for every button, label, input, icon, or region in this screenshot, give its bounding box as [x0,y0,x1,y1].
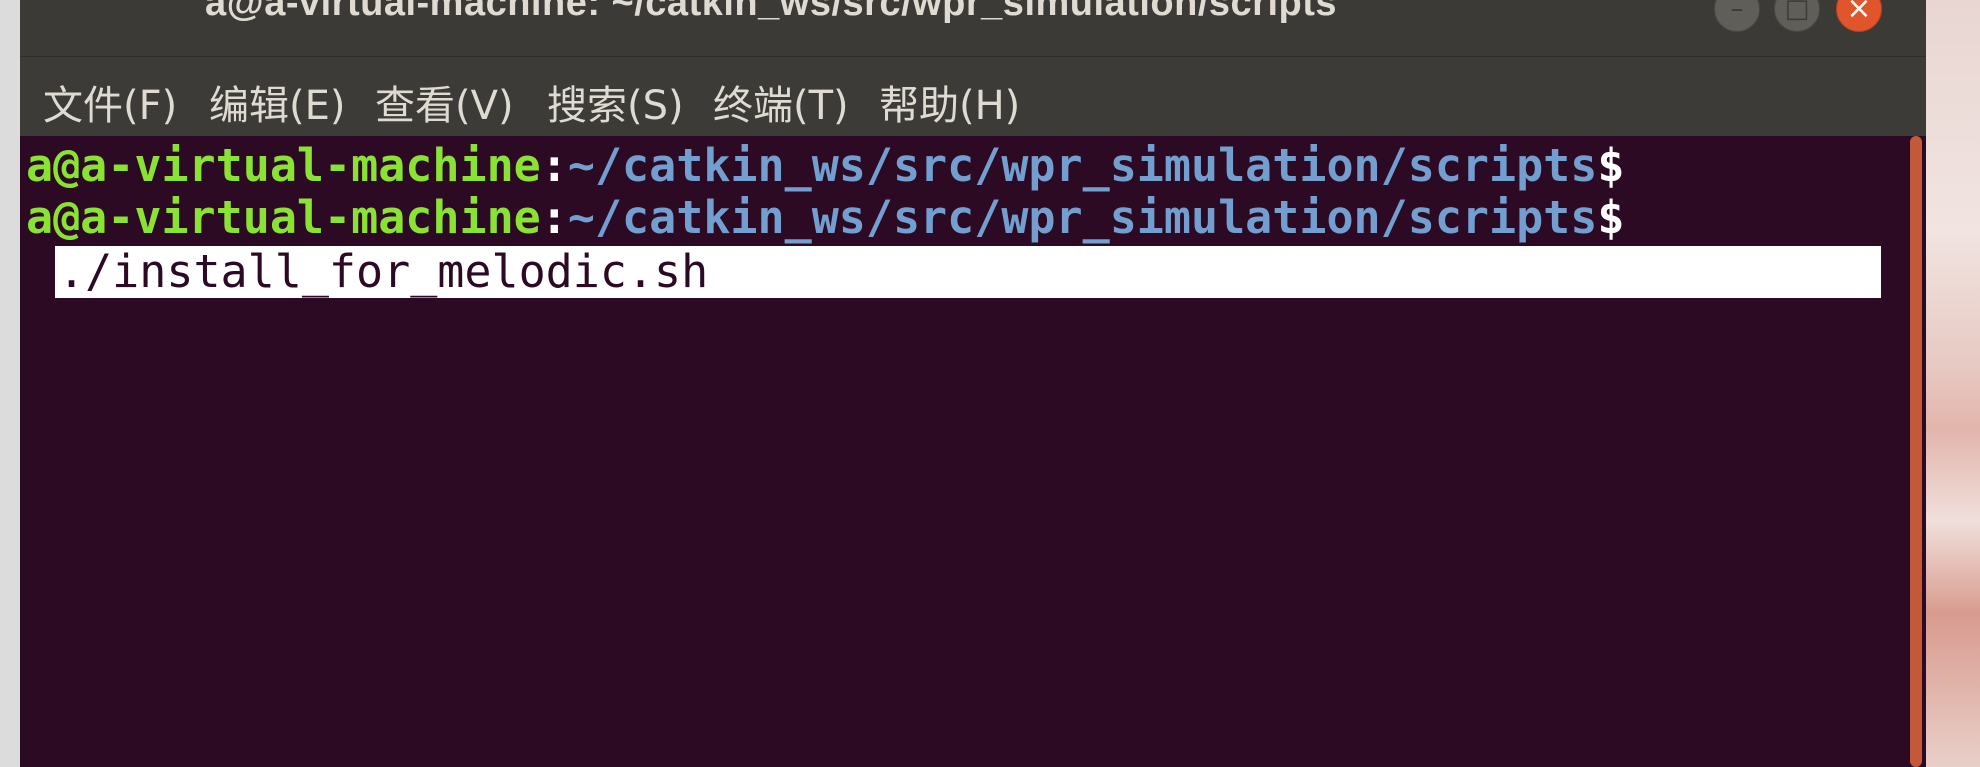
command-text[interactable]: ./install_for_melodic.sh [58,246,708,298]
menu-terminal[interactable]: 终端(T) [713,73,849,131]
menu-edit[interactable]: 编辑(E) [209,73,345,131]
prompt-line: a@a-virtual-machine:~/catkin_ws/src/wpr_… [26,192,1624,244]
close-icon: × [1846,0,1872,26]
menu-help[interactable]: 帮助(H) [879,73,1020,131]
minimize-icon: – [1730,0,1744,24]
minimize-button[interactable]: – [1714,0,1760,32]
menu-bar: 文件(F) 编辑(E) 查看(V) 搜索(S) 终端(T) 帮助(H) [20,57,1926,136]
menu-file[interactable]: 文件(F) [43,73,177,131]
desktop-background [0,0,20,767]
maximize-button[interactable]: □ [1774,0,1820,32]
maximize-icon: □ [1784,0,1810,24]
desktop-wallpaper [1926,0,1980,767]
scrollbar[interactable] [1906,136,1926,767]
prompt-user: a@a-virtual-machine [26,191,541,244]
window-title: a@a-virtual-machine: ~/catkin_ws/src/wpr… [205,0,1338,24]
terminal-output[interactable]: a@a-virtual-machine:~/catkin_ws/src/wpr_… [20,136,1906,767]
prompt-colon: : [540,139,568,192]
title-bar[interactable]: a@a-virtual-machine: ~/catkin_ws/src/wpr… [20,0,1926,57]
close-button[interactable]: × [1836,0,1882,32]
menu-search[interactable]: 搜索(S) [547,73,684,131]
prompt-user: a@a-virtual-machine [26,139,541,192]
terminal-window: a@a-virtual-machine: ~/catkin_ws/src/wpr… [20,0,1926,767]
menu-view[interactable]: 查看(V) [375,73,514,131]
prompt-line: a@a-virtual-machine:~/catkin_ws/src/wpr_… [26,140,1624,192]
prompt-path: ~/catkin_ws/src/wpr_simulation/scripts [567,191,1598,244]
prompt-path: ~/catkin_ws/src/wpr_simulation/scripts [567,139,1598,192]
scrollbar-thumb[interactable] [1910,136,1922,767]
prompt-dollar: $ [1597,191,1625,244]
prompt-colon: : [540,191,568,244]
prompt-dollar: $ [1597,139,1625,192]
